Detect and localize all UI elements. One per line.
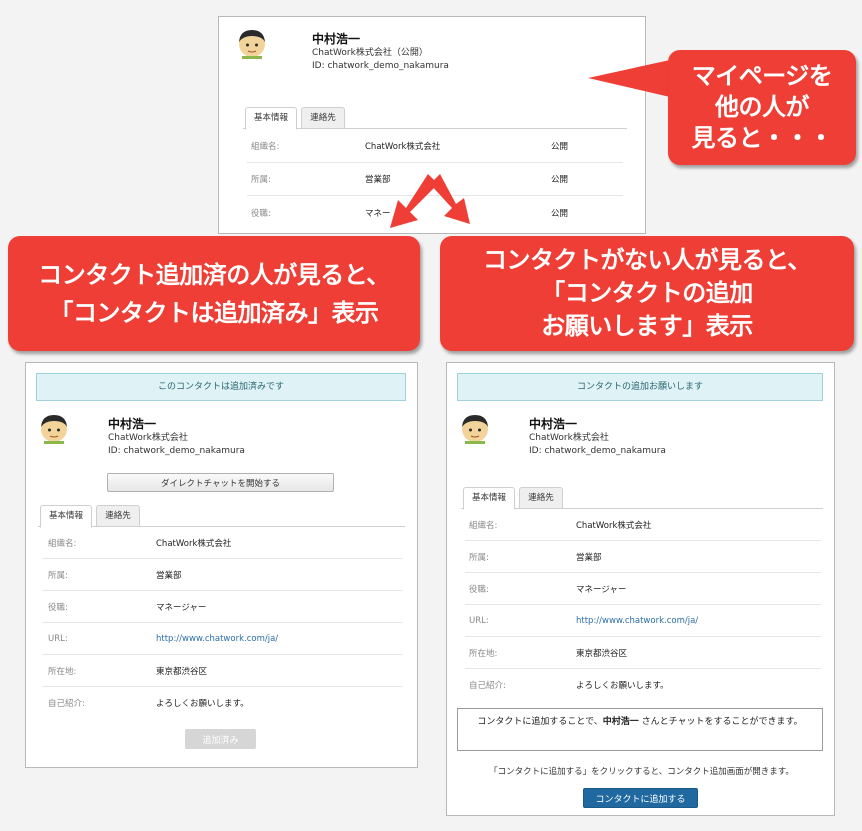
info-row: URL: http://www.chatwork.com/ja/ xyxy=(465,605,821,637)
profile-org: ChatWork株式会社 xyxy=(529,433,609,443)
url-link[interactable]: http://www.chatwork.com/ja/ xyxy=(576,616,698,626)
bubble-line: コンタクト追加済の人が見ると、 xyxy=(38,260,390,289)
add-contact-panel: コンタクトの追加お願いします 中村浩一 ChatWork株式会社 ID: cha… xyxy=(446,362,835,816)
info-row: 所在地: 東京都渋谷区 xyxy=(465,637,821,669)
bubble-line: コンタクトがない人が見ると、 xyxy=(482,246,812,274)
info-label: 組織名: xyxy=(251,142,280,152)
bubble-line: 他の人が xyxy=(715,93,810,121)
bubble-line: 「コンタクトは追加済み」表示 xyxy=(49,298,380,327)
info-row: 自己紹介: よろしくお願いします。 xyxy=(465,669,821,701)
profile-tabs: 基本情報 連絡先 xyxy=(461,487,823,510)
added-contact-panel: このコンタクトは追加済みです 中村浩一 ChatWork株式会社 ID: cha… xyxy=(25,362,418,768)
info-label: 役職: xyxy=(251,208,271,219)
info-label: 自己紹介: xyxy=(469,681,506,691)
profile-name: 中村浩一 xyxy=(529,417,578,431)
contact-added-banner: このコンタクトは追加済みです xyxy=(36,373,406,401)
info-label: 所属: xyxy=(251,175,271,185)
user-avatar-icon xyxy=(239,30,265,59)
info-label: 役職: xyxy=(469,584,489,595)
user-avatar-icon xyxy=(462,415,488,444)
info-value: よろしくお願いします。 xyxy=(156,699,249,709)
profile-tabs: 基本情報 連絡先 xyxy=(38,505,405,528)
info-label: 自己紹介: xyxy=(48,699,85,709)
profile-id: ID: chatwork_demo_nakamura xyxy=(529,446,666,456)
info-label: 役職: xyxy=(48,602,68,613)
user-avatar-icon xyxy=(41,415,67,444)
profile-tabs: 基本情報 連絡先 xyxy=(243,107,627,130)
tab-basic-info[interactable]: 基本情報 xyxy=(463,487,515,510)
info-value: ChatWork株式会社 xyxy=(365,142,441,152)
add-contact-button[interactable]: コンタクトに追加する xyxy=(583,788,698,808)
info-row: 自己紹介: よろしくお願いします。 xyxy=(42,687,402,719)
note-name: 中村浩一 xyxy=(602,717,639,727)
bubble-line: マイページを xyxy=(691,62,833,90)
info-row: 所在地: 東京都渋谷区 xyxy=(42,655,402,687)
add-contact-banner: コンタクトの追加お願いします xyxy=(457,373,823,401)
note-text: コンタクトに追加することで、 xyxy=(477,717,603,727)
info-label: URL: xyxy=(48,633,68,644)
info-value: マネージャー xyxy=(156,602,207,613)
visibility-value[interactable]: 公開 xyxy=(551,207,568,219)
add-contact-hint: 「コンタクトに追加する」をクリックすると、コンタクト追加画面が開きます。 xyxy=(489,767,794,777)
info-row: 組織名: ChatWork株式会社 公開 xyxy=(247,130,623,163)
info-value: 営業部 xyxy=(156,570,182,581)
info-value: ChatWork株式会社 xyxy=(576,520,652,531)
tab-basic-info[interactable]: 基本情報 xyxy=(40,505,92,528)
info-row: 所属: 営業部 xyxy=(42,559,402,591)
profile-org: ChatWork株式会社（公開） xyxy=(312,48,428,58)
bubble-line: 「コンタクトの追加 xyxy=(541,279,753,307)
info-row: 役職: マネージャー xyxy=(465,573,821,605)
profile-name: 中村浩一 xyxy=(108,417,157,431)
info-row: 組織名: ChatWork株式会社 xyxy=(42,527,402,559)
profile-id: ID: chatwork_demo_nakamura xyxy=(312,61,449,71)
info-label: 所在地: xyxy=(48,666,77,677)
profile-name: 中村浩一 xyxy=(312,32,361,46)
profile-id: ID: chatwork_demo_nakamura xyxy=(108,446,245,456)
arrow-down-right-icon xyxy=(430,174,470,224)
add-contact-note: コンタクトに追加することで、中村浩一 さんとチャットをすることができます。 xyxy=(457,708,823,751)
tab-contact-info[interactable]: 連絡先 xyxy=(96,505,140,527)
bubble-line: 見ると・・・ xyxy=(691,124,834,152)
callout-bubble-right: コンタクトがない人が見ると、 「コンタクトの追加 お願いします」表示 xyxy=(440,236,854,351)
info-row: 役職: マネージャー xyxy=(42,591,402,623)
url-link[interactable]: http://www.chatwork.com/ja/ xyxy=(156,634,278,644)
info-label: 組織名: xyxy=(469,520,498,531)
info-value: 東京都渋谷区 xyxy=(576,648,628,659)
info-value: マネージャー xyxy=(576,584,627,595)
visibility-value[interactable]: 公開 xyxy=(551,140,568,152)
profile-org: ChatWork株式会社 xyxy=(108,433,188,443)
info-label: 所在地: xyxy=(469,648,498,659)
contact-added-button: 追加済み xyxy=(185,729,256,749)
info-value: 東京都渋谷区 xyxy=(156,666,208,677)
visibility-value[interactable]: 公開 xyxy=(551,173,568,185)
tab-contact-info[interactable]: 連絡先 xyxy=(301,107,345,129)
info-value: よろしくお願いします。 xyxy=(576,681,669,691)
note-text: さんとチャットをすることができます。 xyxy=(638,717,803,727)
info-value: ChatWork株式会社 xyxy=(156,538,232,549)
start-direct-chat-button[interactable]: ダイレクトチャットを開始する xyxy=(107,473,334,492)
info-label: 所属: xyxy=(469,552,489,563)
tab-contact-info[interactable]: 連絡先 xyxy=(519,487,563,509)
info-row: 組織名: ChatWork株式会社 xyxy=(465,509,821,541)
info-value: 営業部 xyxy=(576,552,602,563)
info-label: 組織名: xyxy=(48,538,77,549)
bubble-line: お願いします」表示 xyxy=(541,312,753,340)
info-label: URL: xyxy=(469,615,489,626)
bubble-tail xyxy=(588,60,670,97)
callout-bubble-left: コンタクト追加済の人が見ると、 「コンタクトは追加済み」表示 xyxy=(8,236,420,351)
tab-basic-info[interactable]: 基本情報 xyxy=(245,107,297,130)
info-label: 所属: xyxy=(48,570,68,581)
callout-bubble-top: マイページを 他の人が 見ると・・・ xyxy=(668,50,856,165)
info-row: 所属: 営業部 xyxy=(465,541,821,573)
info-row: URL: http://www.chatwork.com/ja/ xyxy=(42,623,402,655)
